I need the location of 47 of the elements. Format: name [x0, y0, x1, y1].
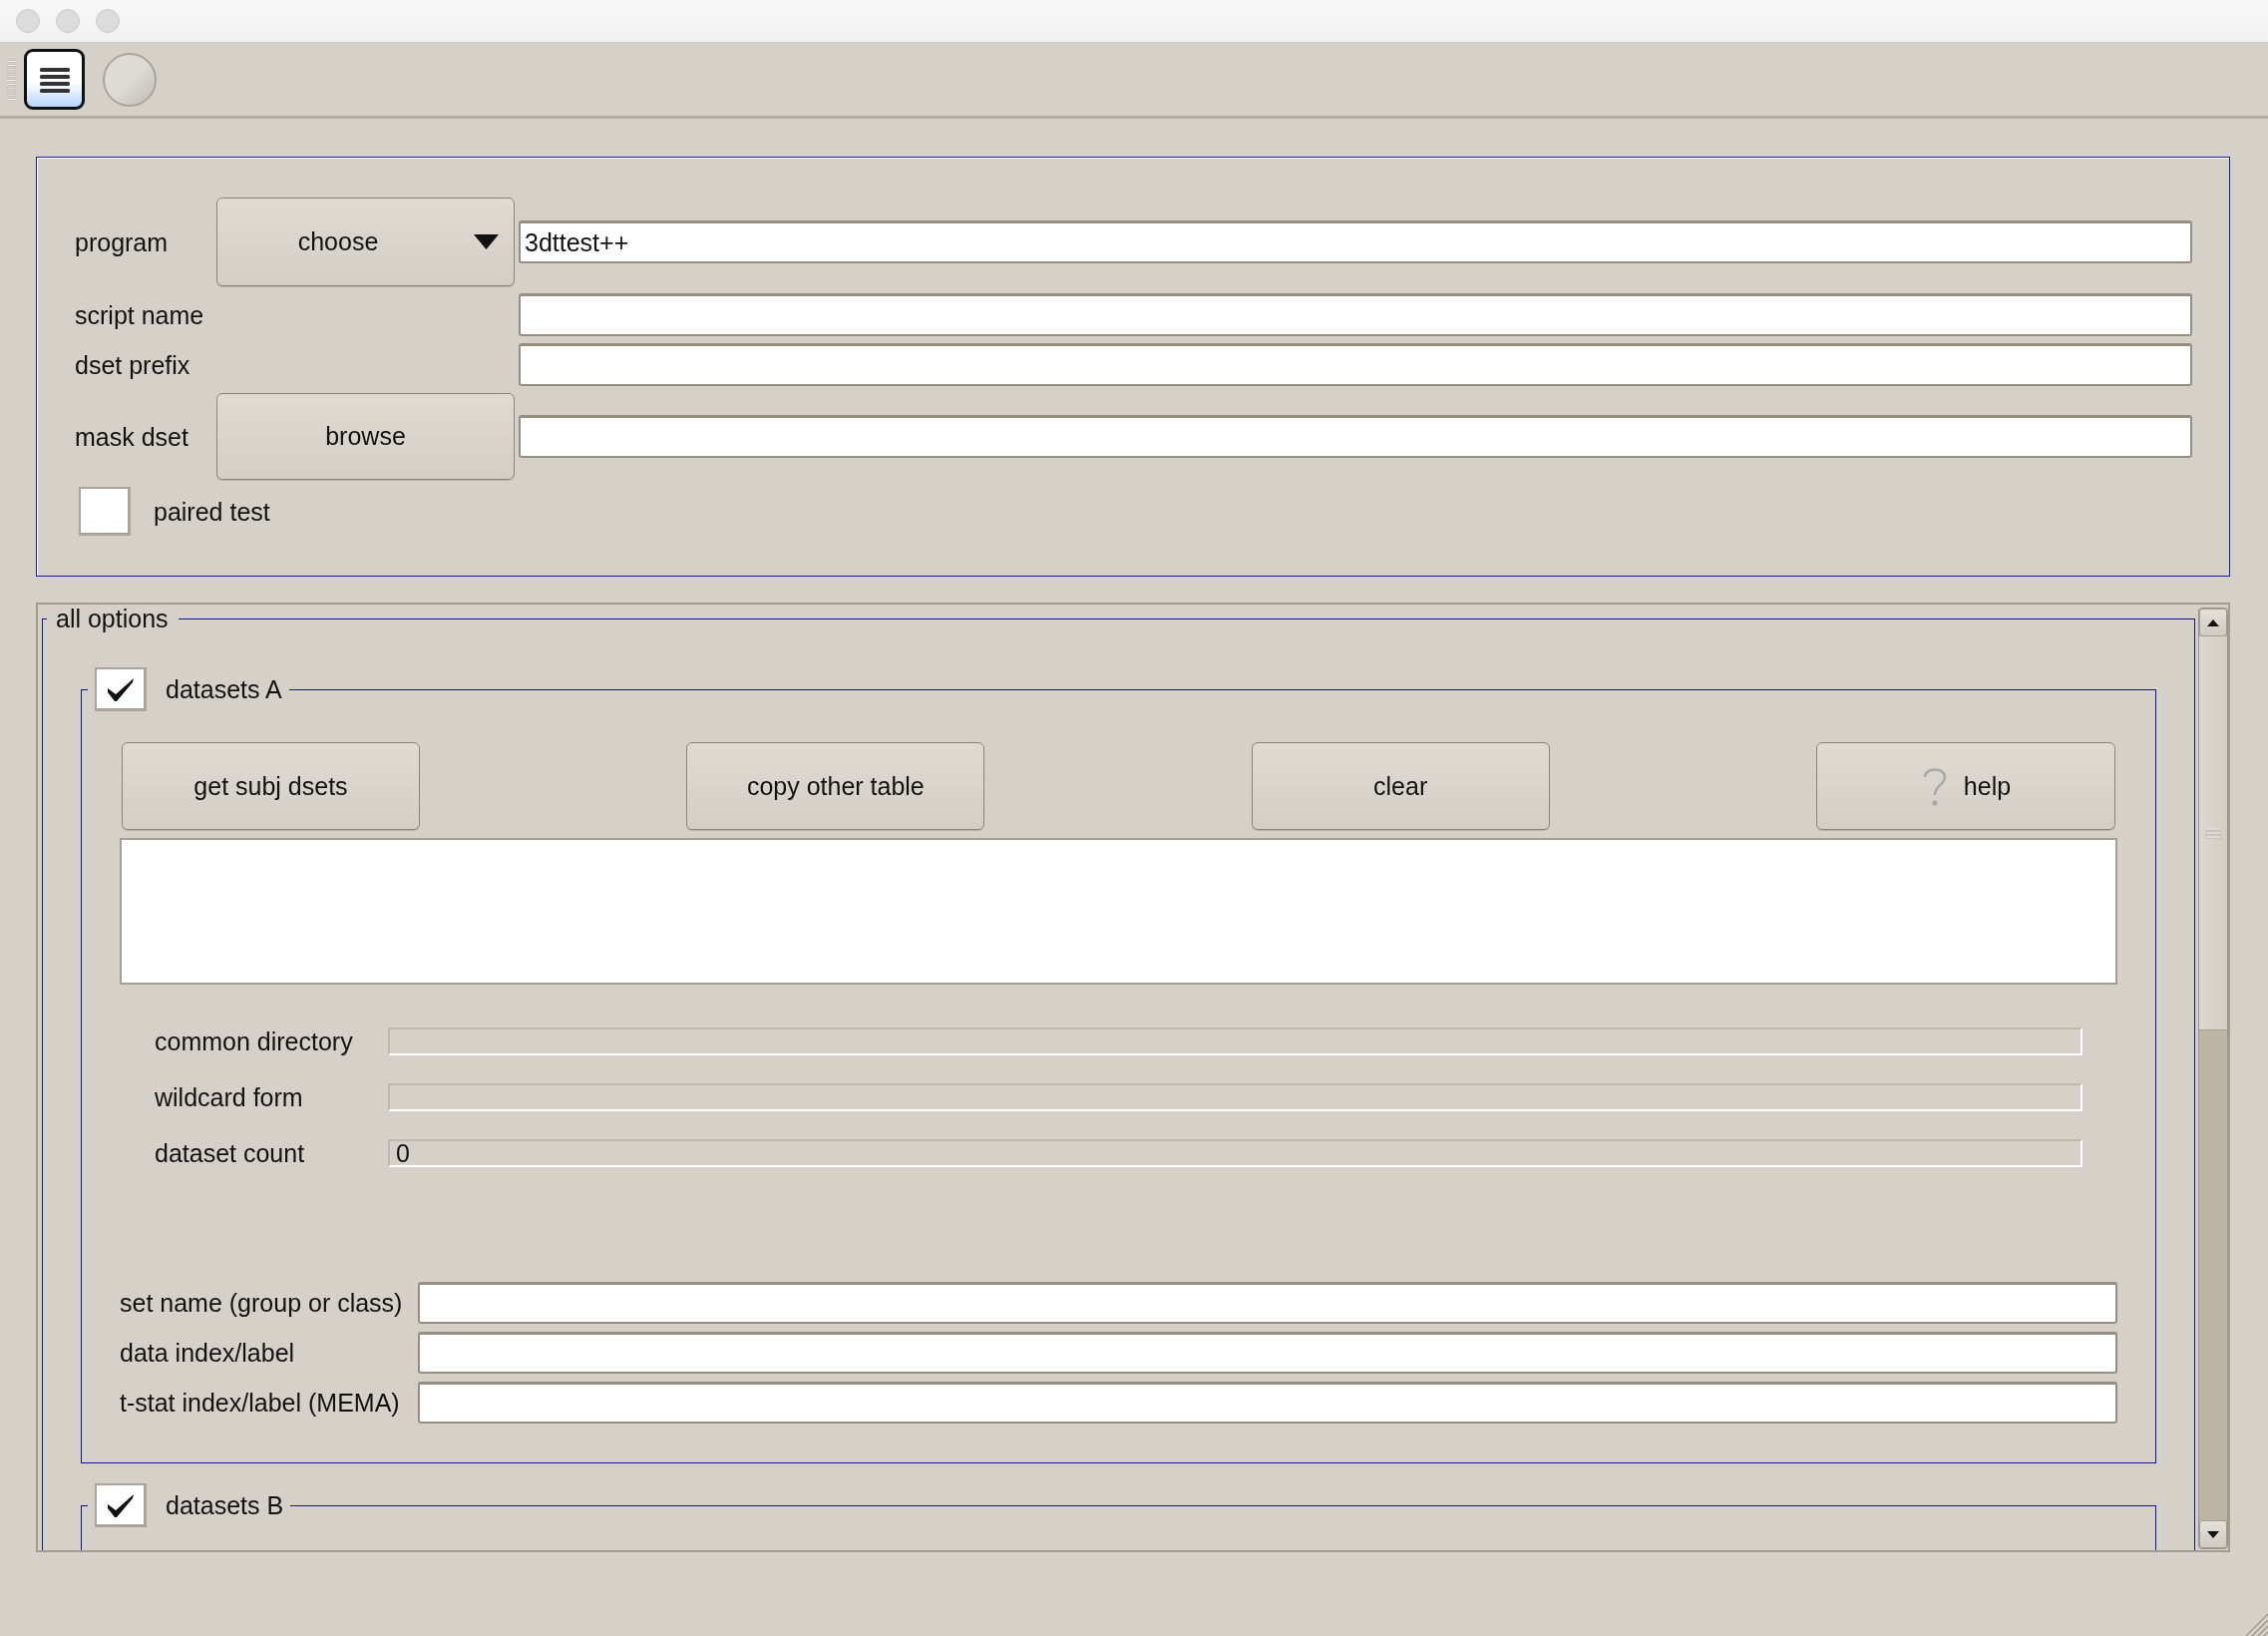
- check-icon: [105, 1491, 136, 1518]
- text-field[interactable]: [519, 343, 2192, 386]
- text-field[interactable]: 3dttest++: [519, 220, 2192, 263]
- field-label: dset prefix: [75, 349, 191, 380]
- caret-icon: [474, 234, 499, 249]
- field-label: common directory: [155, 1026, 354, 1056]
- checkbox-label: paired test: [154, 496, 270, 527]
- scroll-thumb[interactable]: [2199, 636, 2227, 1030]
- action-button[interactable]: get subj dsets: [122, 742, 420, 830]
- checkbox[interactable]: [95, 667, 147, 711]
- field-label: t-stat index/label (MEMA): [120, 1388, 401, 1418]
- menu-button[interactable]: [24, 49, 85, 110]
- text-field[interactable]: [519, 415, 2192, 458]
- action-button[interactable]: clear: [1251, 742, 1550, 830]
- text-field[interactable]: [519, 293, 2192, 336]
- help-button[interactable]: help: [1816, 742, 2115, 830]
- text-field[interactable]: [418, 1382, 2117, 1424]
- dropdown-button[interactable]: choose: [216, 198, 515, 286]
- grip-icon: [2205, 827, 2221, 839]
- group-title: all options: [55, 605, 170, 632]
- field-label: data index/label: [120, 1338, 296, 1368]
- readonly-field: 0: [388, 1139, 2082, 1167]
- check-icon: [105, 675, 136, 702]
- scrollbar[interactable]: [2198, 608, 2228, 1549]
- text-field[interactable]: [418, 1332, 2117, 1374]
- field-label: mask dset: [75, 421, 189, 452]
- field-label: program: [75, 226, 170, 257]
- checkbox-label: datasets B: [166, 1490, 284, 1520]
- resize-grip-icon[interactable]: [2244, 1612, 2268, 1636]
- field-label: wildcard form: [155, 1082, 304, 1112]
- checkbox[interactable]: [95, 1483, 147, 1527]
- menu-icon: [39, 66, 70, 93]
- field-label: script name: [75, 299, 205, 330]
- round-button[interactable]: [103, 52, 157, 107]
- field-label: dataset count: [155, 1138, 306, 1168]
- scroll-up-button[interactable]: [2199, 609, 2227, 636]
- text-field[interactable]: [418, 1282, 2117, 1324]
- arrow-down-icon: [2207, 1530, 2219, 1538]
- dataset-list[interactable]: [120, 838, 2117, 985]
- scroll-down-button[interactable]: [2199, 1520, 2227, 1548]
- checkbox-label: datasets A: [166, 674, 282, 704]
- browse-button[interactable]: browse: [216, 393, 515, 480]
- checkbox[interactable]: [79, 487, 131, 536]
- action-button[interactable]: copy other table: [686, 742, 985, 830]
- field-label: set name (group or class): [120, 1288, 404, 1318]
- grip-icon[interactable]: [7, 57, 16, 102]
- arrow-up-icon: [2207, 618, 2219, 626]
